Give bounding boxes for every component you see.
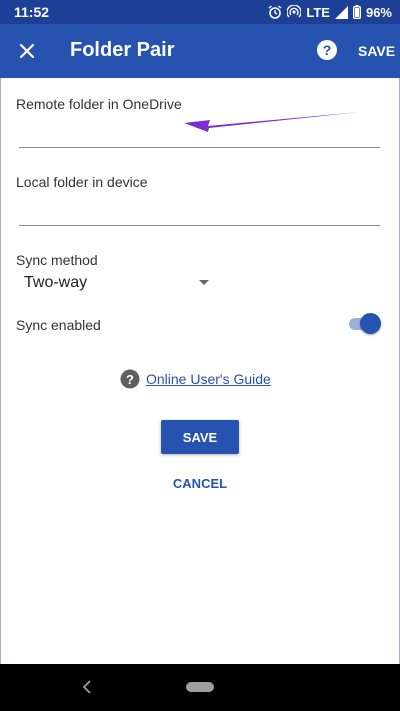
svg-text:?: ? [126,372,134,387]
save-action-button[interactable]: SAVE [358,43,395,59]
alarm-icon [268,5,282,19]
save-button[interactable]: SAVE [161,420,239,454]
sync-method-label: Sync method [16,252,98,268]
network-type: LTE [306,4,330,20]
page-title: Folder Pair [70,39,175,61]
remote-folder-label: Remote folder in OneDrive [16,96,182,112]
close-button[interactable] [12,36,42,66]
home-pill[interactable] [186,682,214,692]
sync-enabled-toggle[interactable] [347,313,381,335]
hotspot-icon [287,5,302,19]
sync-method-value: Two-way [24,274,88,291]
help-circle-icon: ? [120,369,140,389]
annotation-arrow [184,112,360,132]
online-guide-link[interactable]: Online User's Guide [146,371,271,387]
sync-enabled-label: Sync enabled [16,317,101,333]
status-time: 11:52 [14,4,50,20]
battery-icon [352,5,361,19]
dropdown-arrow-icon [199,280,209,285]
cancel-button[interactable]: CANCEL [160,476,240,494]
help-icon: ? [317,40,337,60]
guide-link-row: ? Online User's Guide [120,368,271,390]
signal-icon [334,5,348,19]
status-icons: LTE 96% [268,3,392,21]
toggle-thumb [360,313,381,334]
system-nav-bar [0,664,400,711]
local-folder-label: Local folder in device [16,174,148,190]
local-folder-underline [19,225,380,226]
status-bar: 11:52 LTE 96% [0,0,400,24]
help-button[interactable]: ? [316,39,338,61]
app-bar: Folder Pair ? SAVE [0,24,400,78]
back-icon[interactable] [80,679,94,695]
battery-level: 96% [365,4,392,20]
local-folder-field[interactable] [19,193,380,225]
remote-folder-underline [19,147,380,148]
close-icon [19,43,35,59]
svg-text:?: ? [323,42,332,58]
